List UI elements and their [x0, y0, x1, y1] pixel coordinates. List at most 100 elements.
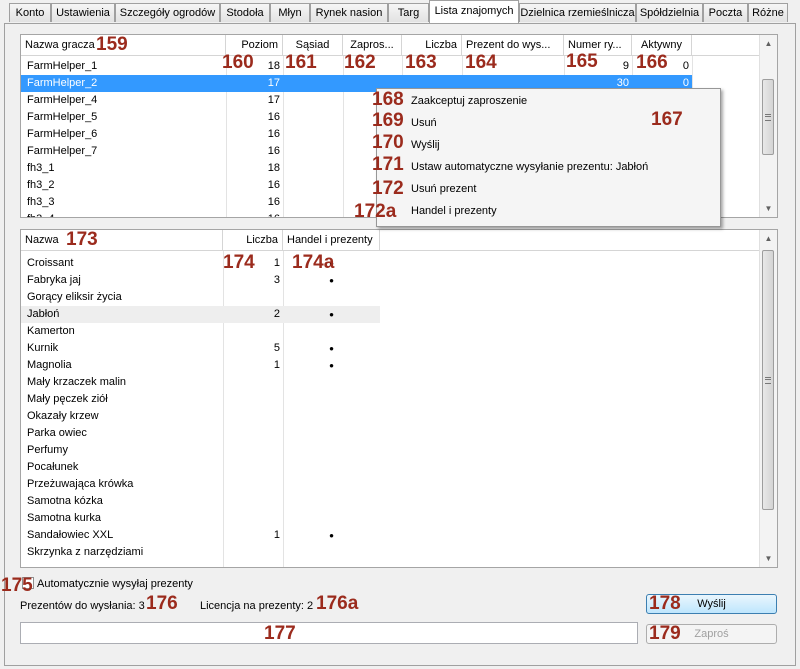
- item-cell-count: [223, 408, 283, 425]
- tab-lista-znajomych[interactable]: Lista znajomych: [429, 0, 519, 23]
- friend-cell-name: fh3_4: [21, 211, 226, 217]
- annotation-label: 171: [372, 154, 404, 175]
- tab-spoldzielnia[interactable]: Spółdzielnia: [636, 3, 703, 22]
- menu-item-set-auto-gift[interactable]: Ustaw automatyczne wysyłanie prezentu: J…: [411, 156, 648, 178]
- tab-targ[interactable]: Targ: [388, 3, 429, 22]
- friend-cell-level: 16: [267, 179, 280, 191]
- annotation-label: 159: [96, 34, 128, 55]
- item-row[interactable]: Kamerton: [21, 323, 380, 340]
- item-row[interactable]: [21, 561, 380, 567]
- friend-cell-name: FarmHelper_4: [27, 94, 98, 106]
- item-cell-name: Skrzynka z narzędziami: [27, 546, 144, 558]
- scroll-down-icon[interactable]: ▼: [760, 200, 777, 217]
- annotation-label: 178: [649, 593, 681, 614]
- item-row[interactable]: Okazały krzew: [21, 408, 380, 425]
- tab-poczta[interactable]: Poczta: [703, 3, 748, 22]
- scroll-down-icon[interactable]: ▼: [760, 550, 777, 567]
- item-cell-name: Sandałowiec XXL: [27, 529, 114, 541]
- menu-item-trade-and-gifts[interactable]: Handel i prezenty: [411, 200, 497, 222]
- tab-rynek-nasion[interactable]: Rynek nasion: [310, 3, 388, 22]
- tab-mlyn[interactable]: Młyn: [270, 3, 310, 22]
- item-cell-mark: [283, 323, 380, 340]
- item-cell-count: 1: [273, 359, 280, 371]
- annotation-label: 163: [405, 52, 437, 73]
- item-cell-mark: •: [329, 358, 334, 373]
- items-scrollbar[interactable]: ▲ ▼: [759, 230, 777, 567]
- tab-ustawienia[interactable]: Ustawienia: [51, 3, 115, 22]
- item-cell-mark: [283, 493, 380, 510]
- item-cell-name: Kurnik: [27, 342, 59, 354]
- item-row[interactable]: Perfumy: [21, 442, 380, 459]
- item-cell-count: [223, 476, 283, 493]
- column-header-item-name[interactable]: Nazwa: [21, 230, 223, 251]
- item-row[interactable]: Fabryka jaj 3 •: [21, 272, 380, 289]
- item-cell-mark: [283, 544, 380, 561]
- item-row[interactable]: Przeżuwająca krówka: [21, 476, 380, 493]
- item-row[interactable]: Skrzynka z narzędziami: [21, 544, 380, 561]
- menu-item-remove-gift[interactable]: Usuń prezent: [411, 178, 476, 200]
- item-row[interactable]: Mały pęczek ziół: [21, 391, 380, 408]
- item-cell-name: Okazały krzew: [27, 410, 99, 422]
- annotation-label: 174a: [292, 252, 335, 273]
- item-cell-count: [223, 425, 283, 442]
- annotation-label: 175: [1, 575, 33, 596]
- item-cell-name: Fabryka jaj: [27, 274, 81, 286]
- friend-cell-name: FarmHelper_6: [27, 128, 98, 140]
- scroll-up-icon[interactable]: ▲: [760, 35, 777, 52]
- items-list[interactable]: Nazwa Liczba Handel i prezenty Croissant…: [20, 229, 778, 568]
- tab-konto[interactable]: Konto: [9, 3, 51, 22]
- scroll-thumb[interactable]: [762, 79, 774, 155]
- menu-item-send[interactable]: Wyślij: [411, 134, 440, 156]
- item-row[interactable]: Samotna kózka: [21, 493, 380, 510]
- item-row[interactable]: Parka owiec: [21, 425, 380, 442]
- item-cell-name: Croissant: [27, 257, 74, 269]
- item-row[interactable]: Samotna kurka: [21, 510, 380, 527]
- column-header-item-count[interactable]: Liczba: [223, 230, 283, 251]
- item-cell-count: [223, 374, 283, 391]
- friend-cell-level: 16: [226, 211, 283, 217]
- annotation-label: 166: [636, 52, 668, 73]
- gifts-to-send-value: 3: [138, 600, 145, 612]
- gifts-to-send-text: Prezentów do wysłania:: [20, 600, 136, 612]
- tab-szczegoly-ogrodow[interactable]: Szczegóły ogrodów: [115, 3, 220, 22]
- item-cell-mark: [283, 476, 380, 493]
- item-row[interactable]: Gorący eliksir życia: [21, 289, 380, 306]
- item-cell-name: Kamerton: [27, 325, 75, 337]
- item-cell-name: Jabłoń: [27, 308, 60, 320]
- menu-item-remove[interactable]: Usuń: [411, 112, 437, 134]
- column-header-trade-gifts[interactable]: Handel i prezenty: [283, 230, 380, 251]
- item-cell-mark: [283, 510, 380, 527]
- item-cell-count: [223, 510, 283, 527]
- item-cell-name: Perfumy: [27, 444, 68, 456]
- scroll-thumb[interactable]: [762, 250, 774, 510]
- item-row[interactable]: Kurnik 5 •: [21, 340, 380, 357]
- auto-send-label: Automatycznie wysyłaj prezenty: [37, 578, 193, 590]
- friends-scrollbar[interactable]: ▲ ▼: [759, 35, 777, 217]
- item-row[interactable]: Pocałunek: [21, 459, 380, 476]
- item-cell-count: 2: [273, 308, 280, 320]
- annotation-label: 176: [146, 593, 178, 614]
- friend-cell-level: 16: [267, 196, 280, 208]
- item-cell-mark: [283, 459, 380, 476]
- tab-dzielnica-rzemieslnicza[interactable]: Dzielnica rzemieślnicza: [519, 3, 636, 22]
- item-cell-mark: [283, 561, 380, 567]
- column-header-filler: [380, 230, 762, 251]
- item-row[interactable]: Magnolia 1 •: [21, 357, 380, 374]
- column-header-filler: [692, 35, 762, 56]
- tab-rozne[interactable]: Różne: [748, 3, 788, 22]
- tab-stodola[interactable]: Stodoła: [220, 3, 270, 22]
- message-input[interactable]: [20, 622, 638, 644]
- item-row[interactable]: Sandałowiec XXL 1 •: [21, 527, 380, 544]
- item-cell-mark: [283, 289, 380, 306]
- scroll-up-icon[interactable]: ▲: [760, 230, 777, 247]
- friend-cell-name: fh3_3: [27, 196, 55, 208]
- item-cell-count: [223, 544, 283, 561]
- item-cell-count: [223, 561, 283, 567]
- item-cell-mark: [283, 374, 380, 391]
- annotation-label: 160: [222, 52, 254, 73]
- item-row[interactable]: Mały krzaczek malin: [21, 374, 380, 391]
- menu-item-accept-invitation[interactable]: Zaakceptuj zaproszenie: [411, 90, 527, 112]
- annotation-label: 161: [285, 52, 317, 73]
- friend-cell-level: 18: [267, 162, 280, 174]
- item-row[interactable]: Jabłoń 2 •: [21, 306, 380, 323]
